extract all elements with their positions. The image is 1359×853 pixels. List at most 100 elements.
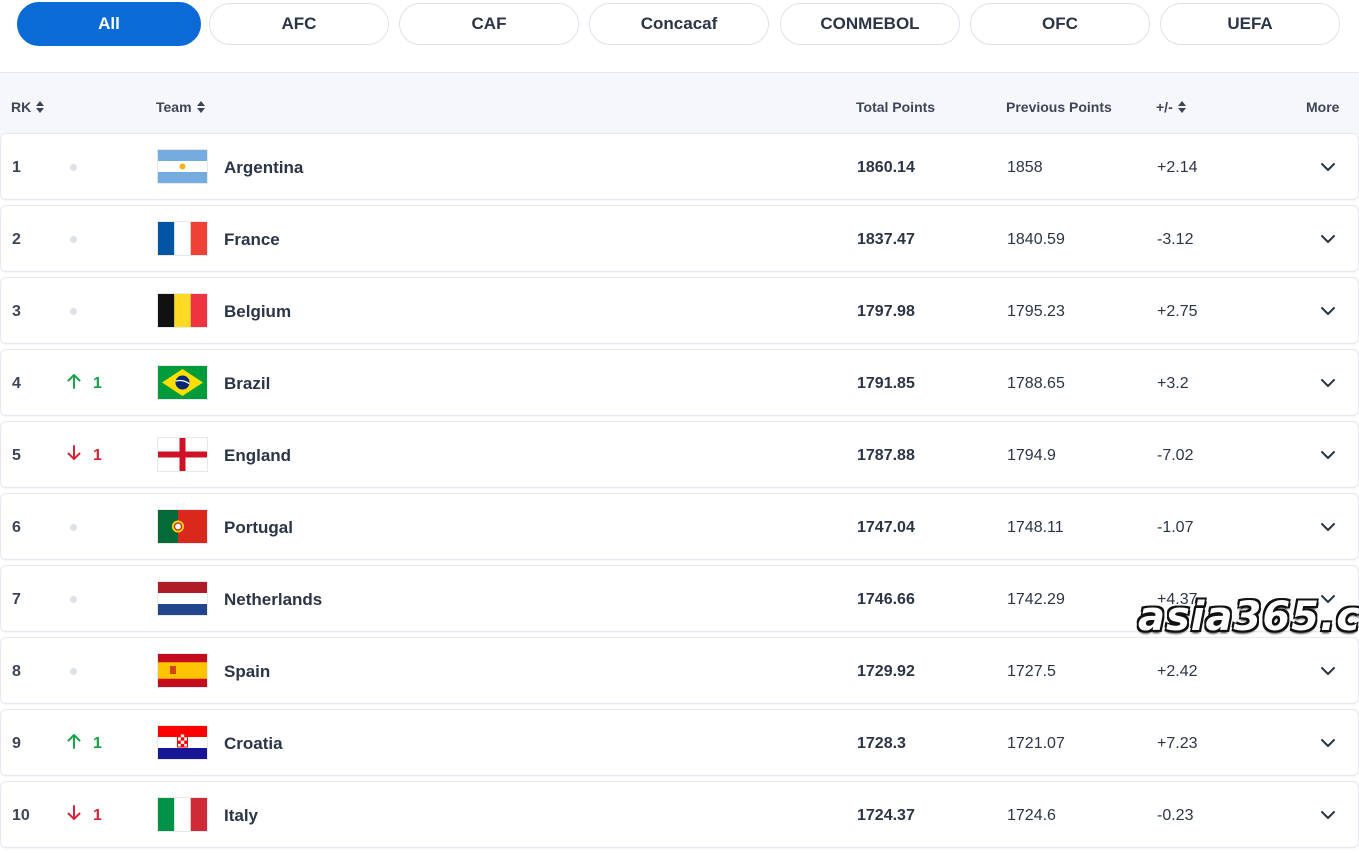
team-name[interactable]: Italy [224, 782, 258, 849]
plus-minus-header[interactable]: +/- [1156, 99, 1186, 115]
total-points: 1747.04 [857, 518, 915, 536]
total-points: 1729.92 [857, 662, 915, 680]
rank-unchanged-indicator [67, 206, 77, 273]
dot-icon [70, 308, 77, 315]
arrow-down-icon [67, 805, 81, 826]
sort-icon[interactable] [196, 101, 205, 113]
rank-value: 9 [12, 734, 21, 752]
total-points: 1724.37 [857, 806, 915, 824]
previous-points-header: Previous Points [1006, 99, 1112, 115]
expand-row-button[interactable] [1313, 710, 1343, 777]
rank-value: 4 [12, 374, 21, 392]
table-row[interactable]: 6 Portugal 1747.04 1748.11 -1.07 [0, 493, 1359, 560]
expand-row-button[interactable] [1313, 782, 1343, 849]
rank-unchanged-indicator [67, 638, 77, 705]
expand-row-button[interactable] [1313, 278, 1343, 345]
chevron-down-icon [1320, 231, 1336, 249]
watermark: asia365.cc [1138, 594, 1359, 640]
team-name[interactable]: Spain [224, 638, 270, 705]
sort-icon[interactable] [1177, 101, 1186, 113]
chevron-down-icon [1320, 447, 1336, 465]
rank-unchanged-indicator [67, 494, 77, 561]
team-name[interactable]: Brazil [224, 350, 270, 417]
expand-row-button[interactable] [1313, 206, 1343, 273]
points-change: +7.23 [1157, 734, 1198, 752]
team-header[interactable]: Team [156, 99, 205, 115]
total-points: 1728.3 [857, 734, 906, 752]
arrow-up-icon [67, 733, 81, 754]
rk-header[interactable]: RK [11, 99, 45, 115]
team-name[interactable]: Croatia [224, 710, 283, 777]
table-row[interactable]: 3 Belgium 1797.98 1795.23 +2.75 [0, 277, 1359, 344]
previous-points: 1858 [1007, 158, 1043, 176]
team-name[interactable]: England [224, 422, 291, 489]
points-change: +2.14 [1157, 158, 1198, 176]
table-row[interactable]: 5 1 England 1787.88 1794.9 -7.02 [0, 421, 1359, 488]
previous-points: 1840.59 [1007, 230, 1065, 248]
table-row[interactable]: 1 Argentina 1860.14 1858 +2.14 [0, 133, 1359, 200]
sort-icon[interactable] [36, 101, 45, 113]
rank-change-value: 1 [93, 734, 102, 752]
rank-up-indicator: 1 [67, 710, 102, 777]
tab-caf[interactable]: CAF [399, 3, 579, 45]
italy-flag [158, 798, 207, 831]
team-header-label: Team [156, 99, 192, 115]
total-points: 1797.98 [857, 302, 915, 320]
points-change: -1.07 [1157, 518, 1194, 536]
tab-conmebol[interactable]: CONMEBOL [780, 3, 960, 45]
expand-row-button[interactable] [1313, 494, 1343, 561]
portugal-flag [158, 510, 207, 543]
team-name[interactable]: France [224, 206, 280, 273]
team-name[interactable]: Portugal [224, 494, 293, 561]
total-points-header-label: Total Points [856, 99, 936, 115]
points-change: -3.12 [1157, 230, 1194, 248]
belgium-flag [158, 294, 207, 327]
rank-value: 2 [12, 230, 21, 248]
expand-row-button[interactable] [1313, 422, 1343, 489]
table-row[interactable]: 10 1 Italy 1724.37 1724.6 -0.23 [0, 781, 1359, 848]
total-points: 1746.66 [857, 590, 915, 608]
team-name[interactable]: Belgium [224, 278, 291, 345]
brazil-flag [158, 366, 207, 399]
table-row[interactable]: 9 1 Croatia 1728.3 1721.07 +7.23 [0, 709, 1359, 776]
plus-minus-header-label: +/- [1156, 99, 1173, 115]
previous-points: 1721.07 [1007, 734, 1065, 752]
total-points: 1791.85 [857, 374, 915, 392]
arrow-down-icon [67, 445, 81, 466]
rank-value: 3 [12, 302, 21, 320]
tab-all[interactable]: All [17, 2, 201, 46]
chevron-down-icon [1320, 519, 1336, 537]
table-row[interactable]: 2 France 1837.47 1840.59 -3.12 [0, 205, 1359, 272]
team-name[interactable]: Netherlands [224, 566, 322, 633]
points-change: +3.2 [1157, 374, 1189, 392]
confederation-tabs: All AFC CAF Concacaf CONMEBOL OFC UEFA [0, 0, 1359, 72]
previous-points: 1748.11 [1007, 518, 1064, 536]
rank-value: 8 [12, 662, 21, 680]
tab-uefa[interactable]: UEFA [1160, 3, 1340, 45]
previous-points-header-label: Previous Points [1006, 99, 1112, 115]
table-row[interactable]: 4 1 Brazil 1791.85 1788.65 +3.2 [0, 349, 1359, 416]
rank-change-value: 1 [93, 374, 102, 392]
tab-ofc[interactable]: OFC [970, 3, 1150, 45]
dot-icon [70, 164, 77, 171]
expand-row-button[interactable] [1313, 638, 1343, 705]
chevron-down-icon [1320, 735, 1336, 753]
rank-up-indicator: 1 [67, 350, 102, 417]
rank-change-value: 1 [93, 446, 102, 464]
france-flag [158, 222, 207, 255]
total-points: 1837.47 [857, 230, 915, 248]
expand-row-button[interactable] [1313, 134, 1343, 201]
tab-concacaf[interactable]: Concacaf [589, 3, 769, 45]
rank-down-indicator: 1 [67, 422, 102, 489]
rank-unchanged-indicator [67, 278, 77, 345]
table-row[interactable]: 8 Spain 1729.92 1727.5 +2.42 [0, 637, 1359, 704]
tab-afc[interactable]: AFC [209, 3, 389, 45]
england-flag [158, 438, 207, 471]
dot-icon [70, 668, 77, 675]
chevron-down-icon [1320, 807, 1336, 825]
total-points: 1860.14 [857, 158, 915, 176]
previous-points: 1742.29 [1007, 590, 1065, 608]
previous-points: 1794.9 [1007, 446, 1056, 464]
expand-row-button[interactable] [1313, 350, 1343, 417]
team-name[interactable]: Argentina [224, 134, 303, 201]
